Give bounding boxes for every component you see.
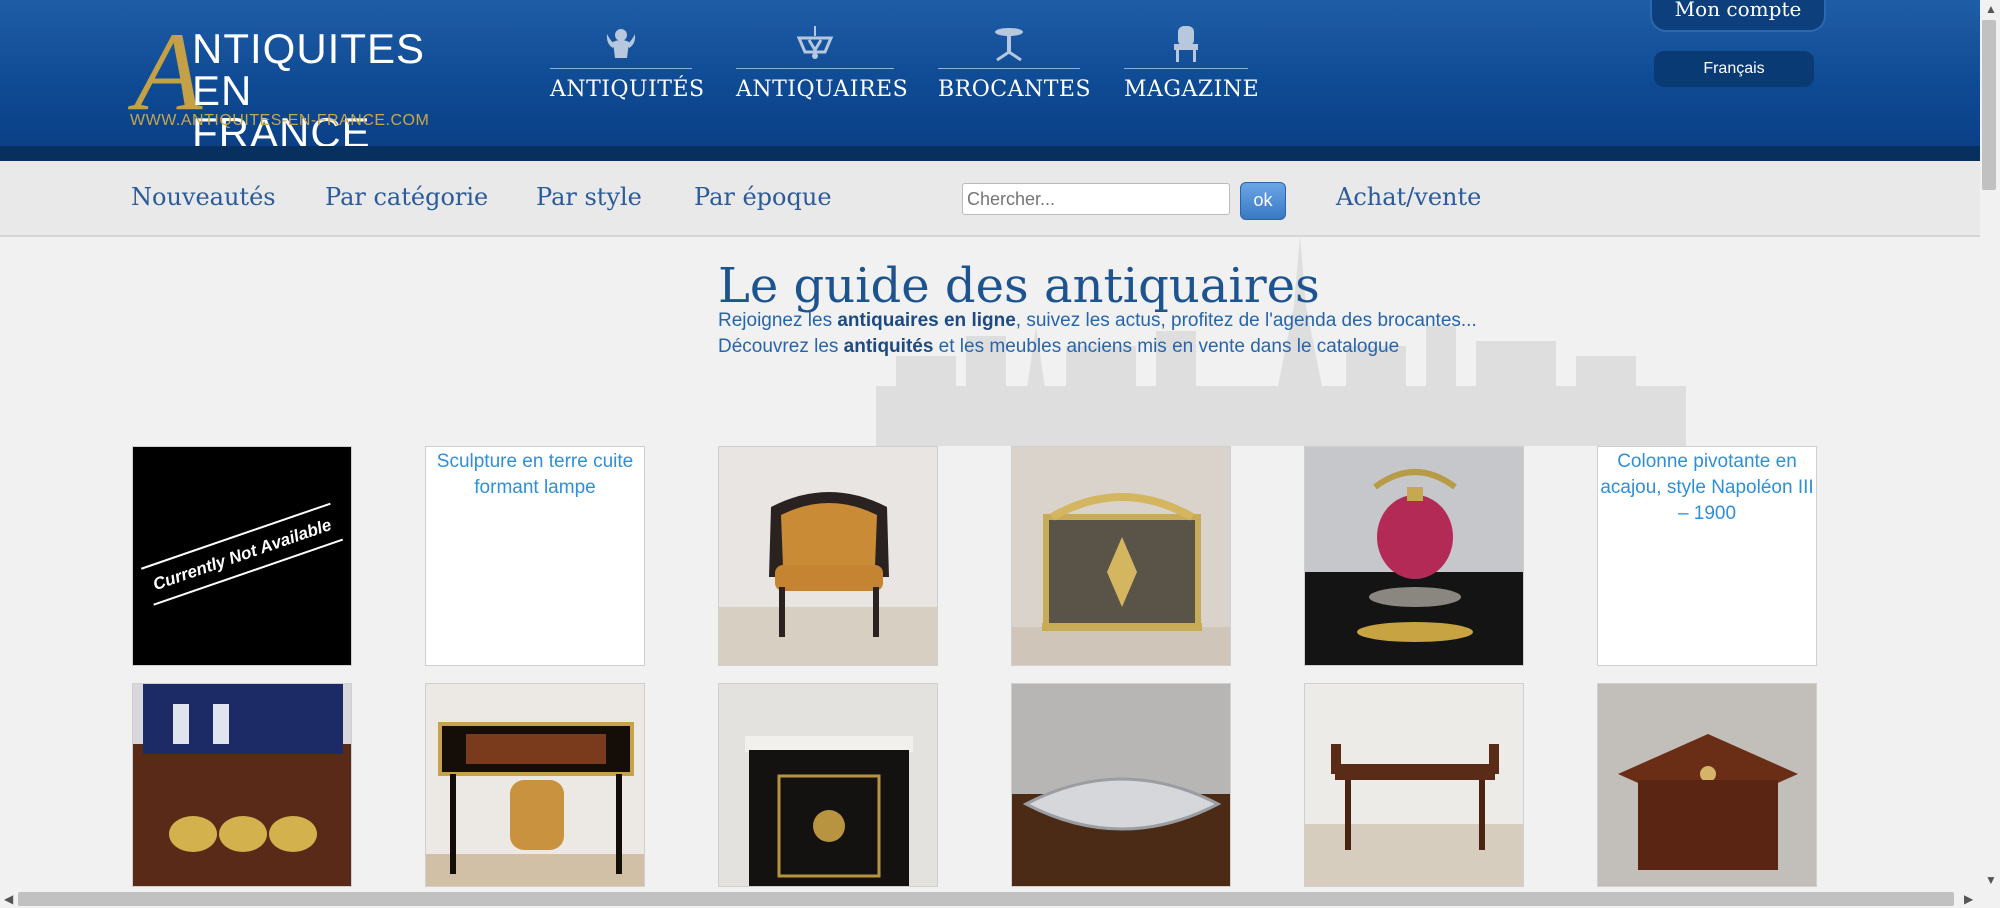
cherub-icon — [606, 29, 636, 58]
product-tile[interactable] — [425, 683, 645, 887]
product-tile[interactable] — [1011, 446, 1231, 666]
subnav-par-epoque[interactable]: Par époque — [694, 183, 832, 211]
scroll-up-arrow-icon[interactable]: ▲ — [1985, 3, 1997, 15]
subnav-achat-vente[interactable]: Achat/vente — [1336, 183, 1481, 211]
site-header: A NTIQUITES EN FRANCE WWW.ANTIQUITES-EN-… — [0, 0, 1980, 154]
nav-divider — [550, 68, 692, 69]
gueridon-table-icon — [995, 28, 1023, 62]
intro-link-antiquites[interactable]: antiquités — [844, 336, 934, 357]
sub-nav: Nouveautés Par catégorie Par style Par é… — [0, 161, 1980, 237]
product-tile[interactable]: Colonne pivotante en acajou, style Napol… — [1597, 446, 1817, 666]
bench-photo — [1305, 684, 1523, 886]
intro-text: , suivez les actus, profitez de l'agenda… — [1015, 310, 1477, 331]
broken-image-alt: Colonne pivotante en acajou, style Napol… — [1600, 451, 1814, 524]
product-tile[interactable]: Currently Not Available — [132, 446, 352, 666]
broken-image-alt: Sculpture en terre cuite formant lampe — [436, 451, 634, 498]
nav-divider — [736, 68, 894, 69]
product-tile[interactable] — [1304, 446, 1524, 666]
nav-antiquites[interactable]: ANTIQUITÉS — [550, 24, 705, 110]
product-tile[interactable] — [718, 446, 938, 666]
nav-brocantes[interactable]: BROCANTES — [938, 24, 1092, 110]
horizontal-scrollbar-thumb[interactable] — [18, 892, 1954, 906]
intro-line-2: Découvrez les antiquités et les meubles … — [718, 336, 1399, 358]
not-available-placeholder: Currently Not Available — [140, 502, 344, 606]
product-tile[interactable] — [1597, 683, 1817, 887]
armchair-icon — [1174, 26, 1198, 62]
subnav-par-style[interactable]: Par style — [536, 183, 642, 211]
search-button[interactable]: ok — [1240, 182, 1286, 220]
nav-label: BROCANTES — [938, 77, 1092, 102]
nav-magazine[interactable]: MAGAZINE — [1124, 24, 1260, 110]
intro-text: Découvrez les — [718, 336, 844, 357]
intro-text: Rejoignez les — [718, 310, 838, 331]
nav-label: MAGAZINE — [1124, 77, 1260, 102]
fire-screen-photo — [1012, 447, 1230, 665]
logo-line-1: NTIQUITES — [192, 25, 426, 72]
scroll-right-arrow-icon[interactable]: ▶ — [1964, 893, 1973, 905]
header-bottom-bar — [0, 146, 1980, 161]
site-logo[interactable]: A NTIQUITES EN FRANCE WWW.ANTIQUITES-EN-… — [130, 16, 440, 154]
cabinet-photo — [719, 684, 937, 886]
nav-divider — [1124, 68, 1248, 69]
vertical-scrollbar-thumb[interactable] — [1982, 20, 1996, 190]
subnav-nouveautes[interactable]: Nouveautés — [131, 183, 276, 211]
logo-url: WWW.ANTIQUITES-EN-FRANCE.COM — [130, 112, 430, 129]
liqueur-cellar-photo — [133, 684, 351, 886]
not-available-text: Currently Not Available — [151, 515, 334, 594]
chandelier-icon — [796, 26, 834, 59]
kettle-photo — [1305, 447, 1523, 665]
silver-tray-photo — [1012, 684, 1230, 886]
product-tile[interactable] — [1011, 683, 1231, 887]
product-tile[interactable] — [1304, 683, 1524, 887]
scroll-left-arrow-icon[interactable]: ◀ — [4, 893, 13, 905]
language-selector[interactable]: Français — [1654, 51, 1814, 87]
product-tile[interactable]: Sculpture en terre cuite formant lampe — [425, 446, 645, 666]
nav-antiquaires[interactable]: ANTIQUAIRES — [736, 24, 909, 110]
scroll-down-arrow-icon[interactable]: ▼ — [1985, 874, 1997, 886]
search-input[interactable] — [962, 183, 1230, 215]
armchair-photo — [719, 447, 937, 665]
page-title: Le guide des antiquaires — [718, 258, 1320, 314]
nav-label: ANTIQUITÉS — [550, 77, 705, 102]
subnav-par-categorie[interactable]: Par catégorie — [325, 183, 488, 211]
side-table-photo — [1598, 684, 1816, 886]
intro-line-1: Rejoignez les antiquaires en ligne, suiv… — [718, 310, 1477, 332]
nav-label: ANTIQUAIRES — [736, 77, 909, 102]
product-tile[interactable] — [132, 683, 352, 887]
nav-divider — [938, 68, 1080, 69]
intro-link-antiquaires[interactable]: antiquaires en ligne — [837, 310, 1015, 331]
product-tile[interactable] — [718, 683, 938, 887]
account-link[interactable]: Mon compte — [1650, 0, 1826, 32]
intro-text: et les meubles anciens mis en vente dans… — [933, 336, 1400, 357]
desk-photo — [426, 684, 644, 886]
